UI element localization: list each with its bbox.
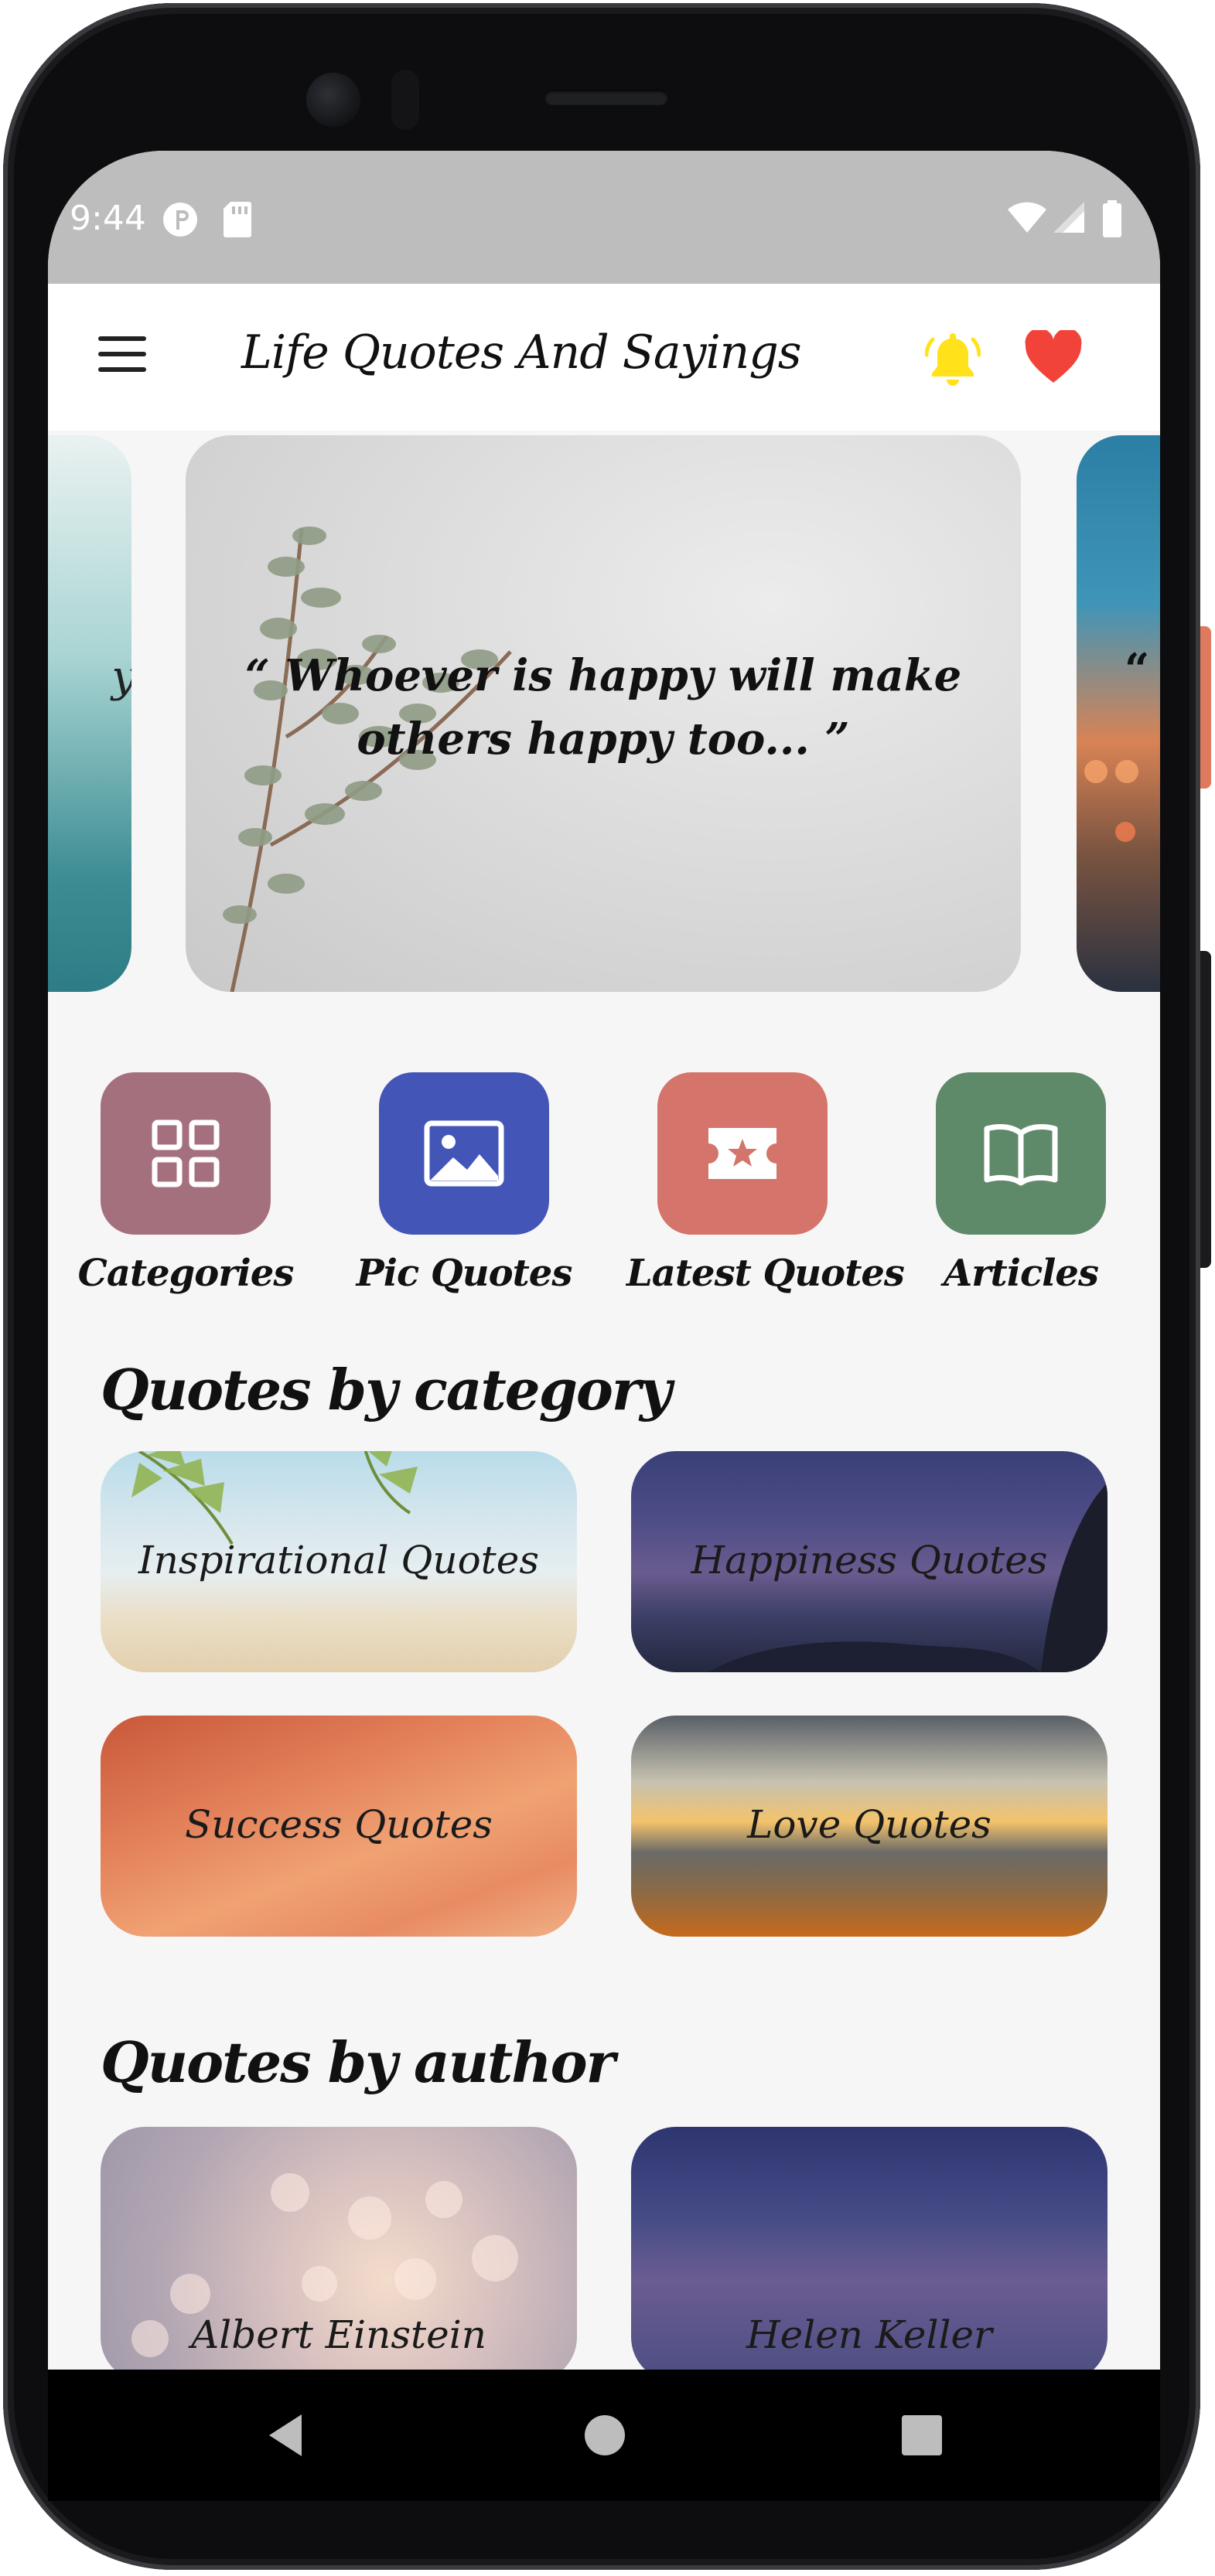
carousel-slide-current[interactable]: “ Whoever is happy will make others happ…: [186, 435, 1021, 992]
sd-card-icon: [224, 202, 251, 237]
home-icon[interactable]: [574, 2370, 636, 2501]
category-card-label: Inspirational Quotes: [138, 1538, 540, 1583]
grid-icon: [152, 1119, 220, 1187]
hamburger-menu-icon[interactable]: [98, 336, 146, 373]
back-icon[interactable]: [257, 2370, 319, 2501]
palm-leaves-image: [131, 1451, 418, 1545]
battery-icon: [1103, 200, 1121, 237]
quick-menu-label: Pic Quotes: [356, 1252, 573, 1295]
category-card-label: Success Quotes: [185, 1802, 493, 1847]
ticket-star-icon: [708, 1128, 776, 1179]
carousel-slide-previous-text: y: [111, 652, 131, 702]
volume-button: [1200, 951, 1211, 1268]
categories-tile[interactable]: [101, 1072, 271, 1235]
carousel-slide-previous[interactable]: y: [48, 435, 131, 992]
carousel-slide-next-text: “: [1125, 644, 1150, 695]
book-open-icon: [984, 1124, 1058, 1186]
section-title-category: Quotes by category: [101, 1357, 672, 1423]
status-time: 9:44: [70, 199, 146, 238]
quick-menu-label: Articles: [944, 1252, 1099, 1295]
category-card-happiness[interactable]: Happiness Quotes: [631, 1451, 1107, 1672]
screen: 9:44 Life Quotes And Sayings “ Whoever i…: [48, 151, 1160, 2370]
recents-icon[interactable]: [891, 2370, 953, 2501]
app-title: Life Quotes And Sayings: [241, 325, 802, 380]
wifi-icon: [1008, 202, 1046, 233]
section-title-author: Quotes by author: [101, 2029, 616, 2095]
p-badge-icon: [163, 203, 197, 237]
signal-icon: [1053, 202, 1084, 233]
proximity-sensor: [391, 70, 419, 130]
bell-icon[interactable]: [925, 329, 981, 387]
image-icon: [424, 1120, 504, 1187]
quick-menu-pic-quotes[interactable]: Pic Quotes: [348, 1072, 580, 1295]
articles-tile[interactable]: [936, 1072, 1106, 1235]
category-card-success[interactable]: Success Quotes: [101, 1716, 577, 1937]
category-card-label: Love Quotes: [747, 1802, 991, 1847]
carousel-quote-text: “ Whoever is happy will make others happ…: [244, 650, 962, 765]
system-navigation-bar: [48, 2370, 1160, 2501]
latest-quotes-tile[interactable]: [657, 1072, 828, 1235]
author-card-label: Albert Einstein: [191, 2312, 486, 2357]
quick-menu-articles[interactable]: Articles: [905, 1072, 1137, 1295]
quick-menu-label: Latest Quotes: [626, 1252, 905, 1295]
quick-menu-categories[interactable]: Categories: [70, 1072, 302, 1295]
carousel-slide-next[interactable]: “: [1077, 435, 1160, 992]
app-bar: Life Quotes And Sayings: [48, 284, 1160, 431]
power-button: [1200, 626, 1211, 789]
author-card-label: Helen Keller: [746, 2312, 992, 2357]
category-card-label: Happiness Quotes: [691, 1538, 1048, 1583]
earpiece-speaker: [544, 90, 668, 105]
pic-quotes-tile[interactable]: [379, 1072, 549, 1235]
front-camera: [306, 73, 360, 127]
category-card-inspirational[interactable]: Inspirational Quotes: [101, 1451, 577, 1672]
quick-menu-label: Categories: [77, 1252, 295, 1295]
author-card-albert-einstein[interactable]: Albert Einstein: [101, 2127, 577, 2370]
heart-icon[interactable]: [1024, 330, 1083, 386]
author-card-helen-keller[interactable]: Helen Keller: [631, 2127, 1107, 2370]
status-bar: 9:44: [48, 151, 1160, 284]
quick-menu-latest-quotes[interactable]: Latest Quotes: [626, 1072, 905, 1295]
category-card-love[interactable]: Love Quotes: [631, 1716, 1107, 1937]
